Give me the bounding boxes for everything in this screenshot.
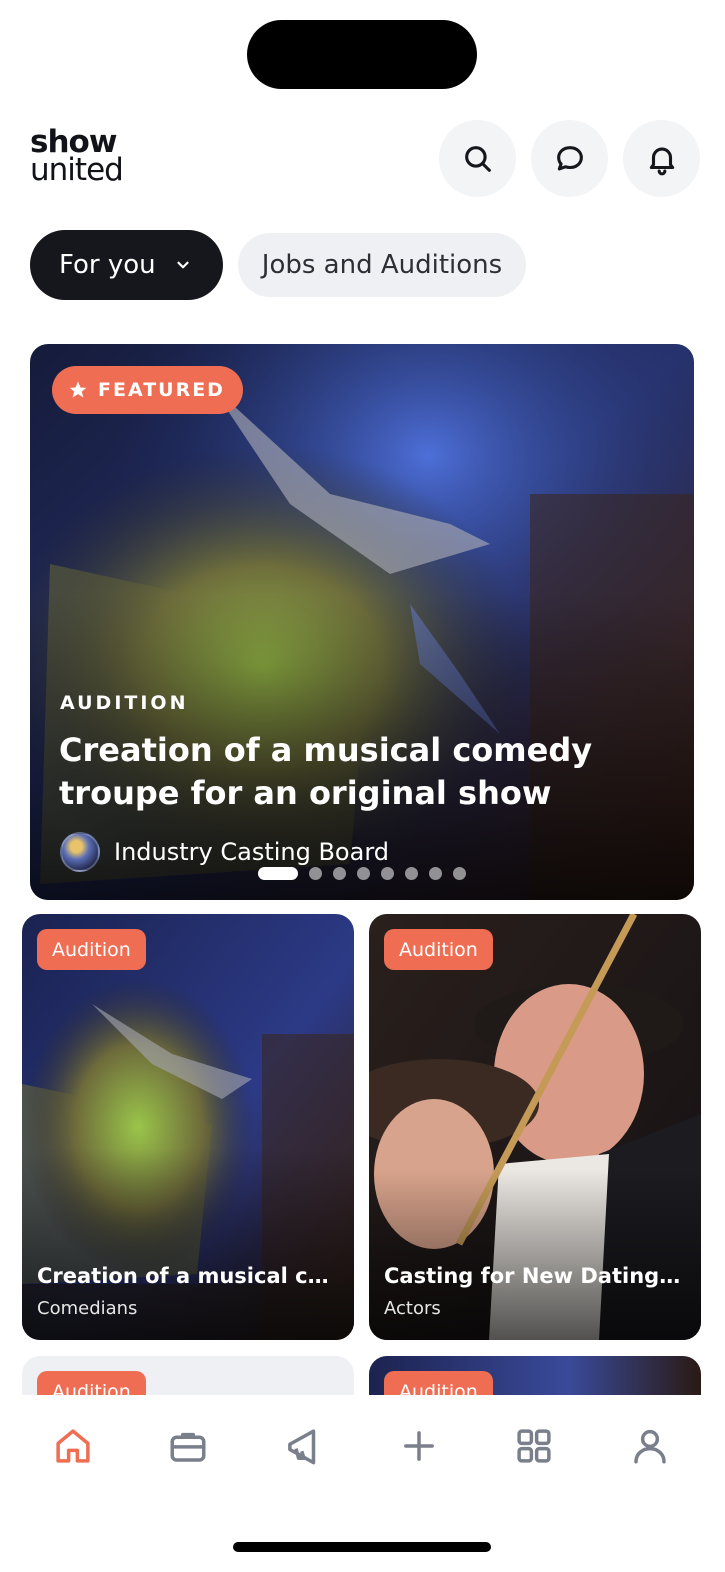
chat-bubble-icon — [556, 145, 583, 170]
tab-announcements[interactable] — [280, 1423, 326, 1469]
carousel-dot[interactable] — [429, 867, 442, 880]
tab-profile[interactable] — [627, 1423, 673, 1469]
featured-badge-label: FEATURED — [98, 379, 225, 401]
briefcase-icon — [170, 1432, 206, 1462]
bell-icon — [649, 147, 674, 175]
tab-create[interactable] — [396, 1423, 442, 1469]
home-icon — [56, 1429, 90, 1463]
featured-card[interactable]: FEATURED AUDITION Creation of a musical … — [30, 344, 694, 900]
notifications-button[interactable] — [623, 120, 700, 197]
megaphone-icon — [288, 1429, 316, 1465]
featured-title: Creation of a musical comedy troupe for … — [59, 731, 593, 812]
audition-badge: Audition — [37, 929, 146, 970]
job-card-title: Creation of a musical co... — [37, 1264, 337, 1288]
featured-badge: FEATURED — [52, 366, 243, 414]
organization-avatar — [60, 832, 100, 872]
dynamic-island — [247, 20, 477, 89]
featured-image — [30, 344, 694, 900]
jobs-auditions-label: Jobs and Auditions — [261, 250, 503, 280]
carousel-dot[interactable] — [381, 867, 394, 880]
grid-icon — [517, 1429, 551, 1463]
profile-icon — [634, 1429, 666, 1464]
carousel-dot[interactable] — [333, 867, 346, 880]
job-card[interactable]: Audition Casting for New Dating S... Act… — [369, 914, 701, 1340]
search-icon — [464, 145, 491, 172]
logo-line-2: united — [30, 152, 124, 188]
plus-icon — [404, 1431, 434, 1461]
search-button[interactable] — [439, 120, 516, 197]
job-card-subtitle: Actors — [384, 1298, 441, 1319]
job-card-subtitle: Comedians — [37, 1298, 138, 1319]
messages-button[interactable] — [531, 120, 608, 197]
job-card[interactable]: Audition Creation of a musical co... Com… — [22, 914, 354, 1340]
carousel-dot[interactable] — [357, 867, 370, 880]
carousel-dot[interactable] — [453, 867, 466, 880]
chevron-down-icon — [177, 261, 189, 269]
carousel-dot[interactable] — [309, 867, 322, 880]
tab-apps[interactable] — [511, 1423, 557, 1469]
carousel-pagination[interactable] — [258, 867, 466, 880]
featured-category: AUDITION — [60, 692, 189, 714]
for-you-label: For you — [59, 250, 156, 280]
home-indicator — [233, 1542, 491, 1552]
organization-name: Industry Casting Board — [114, 838, 390, 866]
tab-home[interactable] — [50, 1423, 96, 1469]
featured-organization[interactable]: Industry Casting Board — [60, 832, 389, 872]
job-card-title: Casting for New Dating S... — [384, 1264, 684, 1288]
app-logo: show united — [30, 127, 124, 188]
for-you-filter[interactable]: For you — [30, 230, 223, 300]
carousel-dot[interactable] — [258, 867, 298, 880]
carousel-dot[interactable] — [405, 867, 418, 880]
jobs-auditions-filter[interactable]: Jobs and Auditions — [238, 233, 526, 297]
tab-jobs[interactable] — [165, 1423, 211, 1469]
audition-badge: Audition — [384, 929, 493, 970]
star-icon — [69, 381, 87, 398]
